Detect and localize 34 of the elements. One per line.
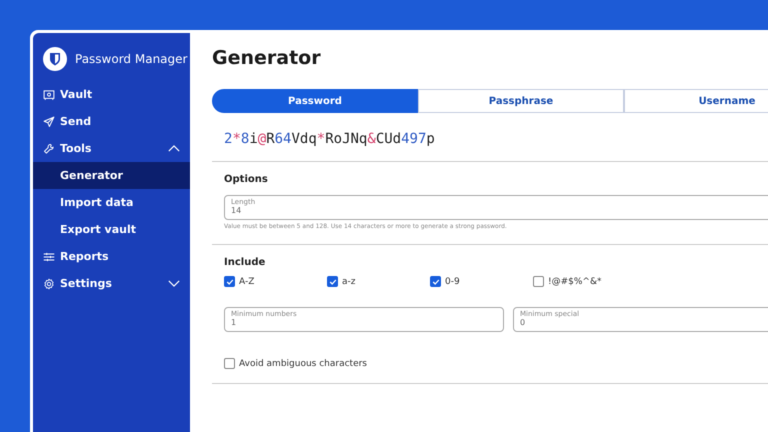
section-heading: Include xyxy=(224,257,266,268)
app-name: Password Manager xyxy=(75,52,188,66)
checkbox-label: Avoid ambiguous characters xyxy=(239,358,367,368)
checkbox-label: !@#$%^&* xyxy=(548,276,602,286)
page-title: Generator xyxy=(212,47,322,69)
shield-logo-icon xyxy=(43,47,67,71)
tab[interactable]: Username xyxy=(624,89,768,113)
checkbox[interactable] xyxy=(533,276,544,287)
checkbox-label: a-z xyxy=(342,276,356,286)
chevron-down-icon[interactable] xyxy=(168,280,180,287)
sidebar-item[interactable]: Reports xyxy=(33,243,190,270)
sidebar-item[interactable]: Tools xyxy=(33,135,190,162)
checkbox[interactable] xyxy=(224,358,235,369)
section-heading: Options xyxy=(224,174,269,185)
checkbox-label: A-Z xyxy=(239,276,254,286)
sidebar-item[interactable]: Send xyxy=(33,108,190,135)
wrench-icon xyxy=(43,142,55,154)
sidebar-subitem[interactable]: Export vault xyxy=(33,216,190,243)
checkbox[interactable] xyxy=(430,276,441,287)
paper-plane-icon xyxy=(43,116,55,128)
generated-password: 2*8i@R64Vdq*RoJNq&CUd497p xyxy=(212,113,768,162)
tab[interactable]: Password xyxy=(212,89,418,113)
checkbox[interactable] xyxy=(224,276,235,287)
tab[interactable]: Passphrase xyxy=(418,89,624,113)
sidebar-subitem[interactable]: Generator xyxy=(33,162,190,189)
sidebar-item[interactable]: Settings xyxy=(33,270,190,297)
sidebar-subitem[interactable]: Import data xyxy=(33,189,190,216)
sidebar-item[interactable]: Vault xyxy=(33,81,190,108)
sliders-icon xyxy=(43,250,55,262)
vault-icon xyxy=(43,88,55,100)
chevron-up-icon[interactable] xyxy=(168,145,180,152)
settings-icon xyxy=(43,278,55,290)
checkbox[interactable] xyxy=(327,276,338,287)
checkbox-label: 0-9 xyxy=(445,276,460,286)
